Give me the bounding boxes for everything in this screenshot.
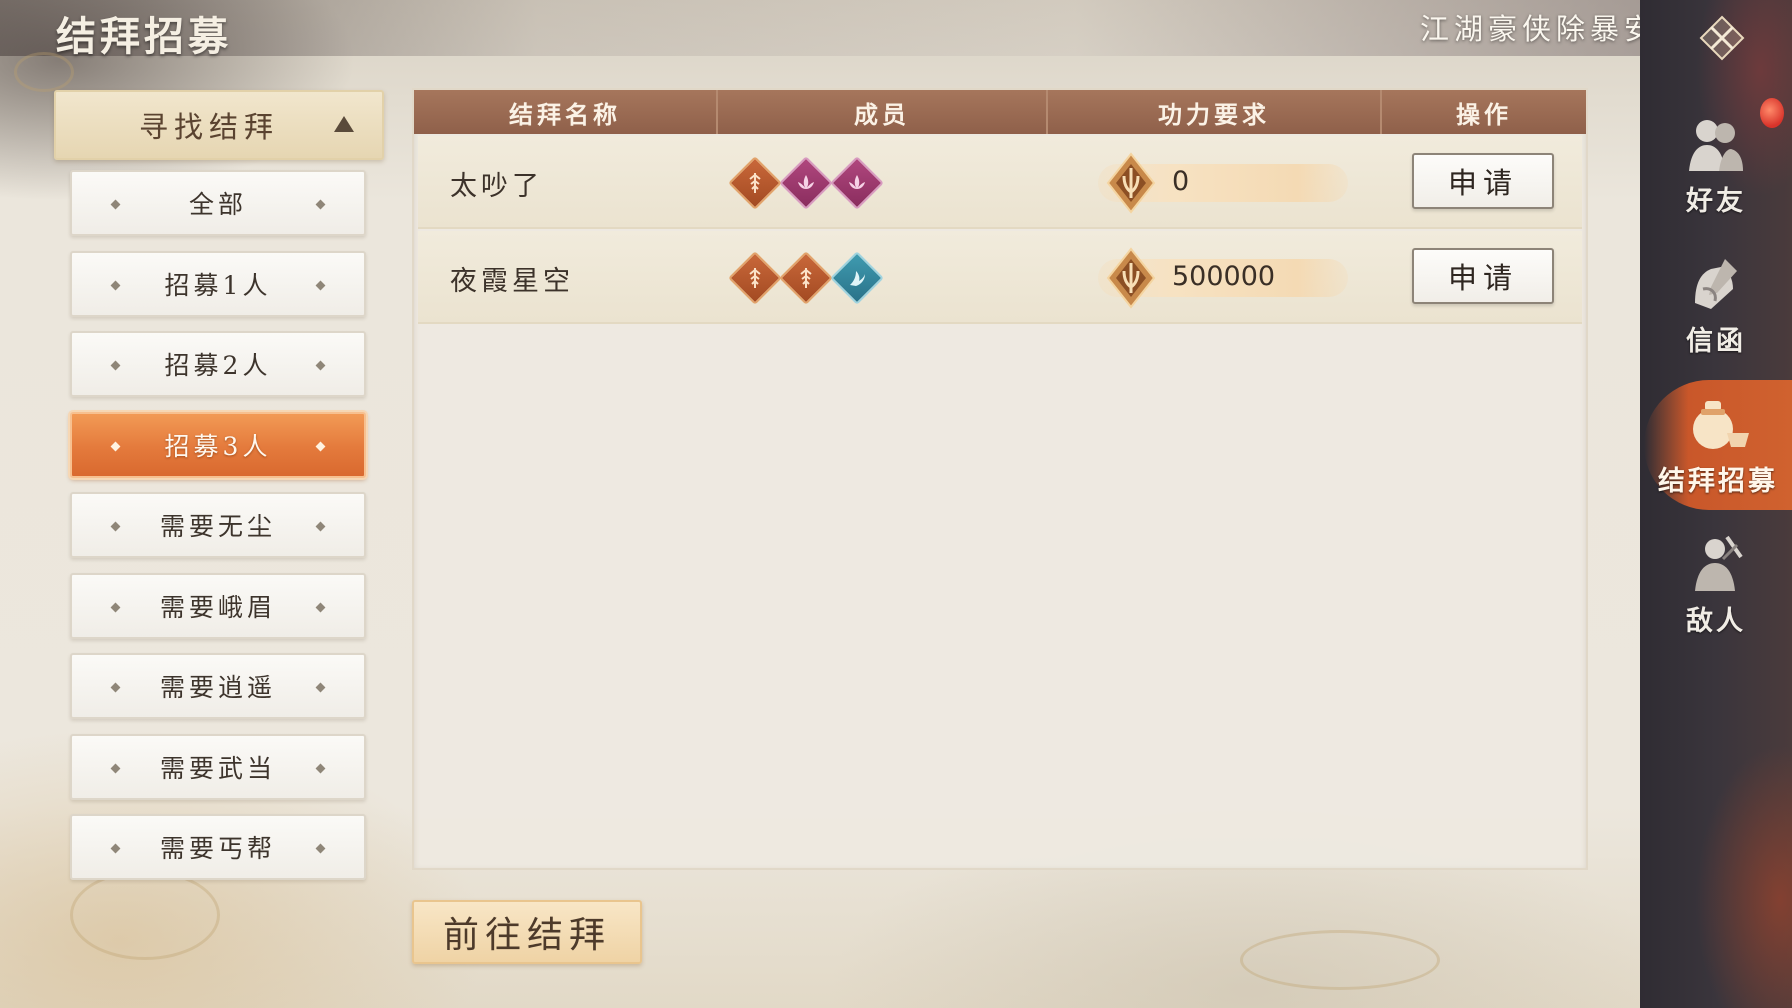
filter-item-label: 需要峨眉 (159, 592, 276, 622)
dot-decoration (110, 843, 121, 854)
dot-decoration (315, 521, 326, 532)
filter-list: 全部 招募1人 招募2人 招募3人 需要无尘 需要峨眉 需要逍遥 需要武当 需要… (70, 170, 366, 895)
cloud-swirl-decoration (1240, 930, 1440, 990)
filter-dropdown-header[interactable]: 寻找结拜 (54, 90, 384, 160)
friends-icon (1689, 119, 1743, 171)
column-header-name: 结拜名称 (414, 90, 718, 134)
side-nav-label: 结拜招募 (1658, 465, 1778, 497)
close-icon (1699, 15, 1745, 61)
dot-decoration (110, 763, 121, 773)
dot-decoration (315, 602, 326, 612)
filter-panel: 寻找结拜 全部 招募1人 招募2人 招募3人 需要无尘 需要峨眉 需要逍遥 需要… (54, 88, 384, 888)
table-row: 夜霞星空 500000 申请 (418, 231, 1582, 324)
purple-lotus-icon (779, 156, 833, 210)
filter-item-label: 招募3人 (164, 431, 272, 461)
power-requirement: 0 (1068, 152, 1358, 214)
power-value: 0 (1172, 166, 1190, 197)
brotherhood-name: 太吵了 (450, 171, 543, 202)
side-nav: 好友 信函 结拜招募 敌人 (1640, 0, 1792, 1008)
filter-item-recruit-1[interactable]: 招募1人 (70, 250, 366, 317)
power-value: 500000 (1172, 261, 1276, 292)
filter-item-label: 全部 (188, 190, 247, 219)
collapse-triangle-icon (334, 116, 354, 132)
side-nav-label: 信函 (1686, 325, 1746, 357)
side-nav-label: 敌人 (1686, 605, 1746, 637)
filter-item-need-gaibang[interactable]: 需要丐帮 (70, 814, 366, 880)
dot-decoration (110, 682, 121, 693)
dot-decoration (110, 602, 121, 612)
table-row: 太吵了 0 申请 (418, 136, 1582, 229)
go-to-brotherhood-button[interactable]: 前往结拜 (412, 900, 642, 964)
page-title: 结拜招募 (56, 13, 232, 60)
side-nav-letters[interactable]: 信函 (1640, 240, 1792, 370)
notification-orb-icon (1760, 98, 1784, 128)
brotherhood-name: 夜霞星空 (450, 266, 574, 297)
dot-decoration (315, 682, 326, 693)
filter-item-recruit-3[interactable]: 招募3人 (70, 411, 366, 478)
filter-item-need-xiaoyao[interactable]: 需要逍遥 (70, 653, 366, 719)
column-header-action: 操作 (1456, 99, 1512, 129)
column-header-members: 成员 (718, 90, 1048, 134)
dot-decoration (315, 280, 326, 290)
filter-item-recruit-2[interactable]: 招募2人 (70, 331, 366, 397)
dot-decoration (315, 763, 326, 773)
purple-lotus-icon (830, 156, 884, 210)
orange-sect-icon (728, 156, 782, 210)
enemy-icon (1695, 535, 1743, 591)
orange-sect-icon (728, 251, 782, 305)
letter-icon (1695, 258, 1737, 309)
filter-item-label: 需要逍遥 (159, 673, 276, 702)
member-icons (728, 251, 884, 305)
dot-decoration (110, 280, 121, 290)
filter-item-all[interactable]: 全部 (70, 170, 366, 236)
dot-decoration (110, 441, 121, 451)
wine-jar-icon (1693, 400, 1749, 449)
orange-sect-icon (779, 251, 833, 305)
filter-item-label: 需要丐帮 (159, 834, 276, 863)
dot-decoration (110, 521, 121, 532)
dot-decoration (315, 843, 326, 854)
filter-item-label: 需要无尘 (159, 512, 276, 541)
recruit-table: 结拜名称 成员 功力要求 操作 太吵了 0 申请 夜霞星空 500000 申请 (412, 88, 1588, 870)
dot-decoration (110, 360, 121, 371)
apply-button[interactable]: 申请 (1412, 248, 1554, 304)
table-rows: 太吵了 0 申请 夜霞星空 500000 申请 (418, 136, 1582, 326)
side-nav-brotherhood-recruit[interactable]: 结拜招募 (1644, 380, 1792, 510)
close-button[interactable] (1694, 10, 1750, 66)
teal-crane-icon (830, 251, 884, 305)
side-nav-label: 好友 (1686, 185, 1746, 217)
power-emblem-icon (1106, 152, 1156, 214)
apply-button[interactable]: 申请 (1412, 153, 1554, 209)
member-icons (728, 156, 884, 210)
filter-item-need-wudang[interactable]: 需要武当 (70, 733, 366, 800)
filter-item-need-wuchen[interactable]: 需要无尘 (70, 492, 366, 558)
power-emblem-icon (1106, 247, 1156, 309)
filter-item-need-emei[interactable]: 需要峨眉 (70, 572, 366, 639)
table-header: 结拜名称 成员 功力要求 操作 (414, 90, 1586, 134)
filter-item-label: 招募1人 (164, 270, 272, 300)
dot-decoration (315, 441, 326, 451)
dot-decoration (110, 199, 121, 210)
filter-header-label: 寻找结拜 (138, 110, 279, 144)
filter-item-label: 需要武当 (159, 753, 276, 783)
column-header-power: 功力要求 (1048, 90, 1382, 134)
power-requirement: 500000 (1068, 247, 1358, 309)
filter-item-label: 招募2人 (164, 351, 272, 380)
side-nav-enemies[interactable]: 敌人 (1640, 520, 1792, 650)
dot-decoration (315, 199, 326, 210)
dot-decoration (315, 360, 326, 371)
